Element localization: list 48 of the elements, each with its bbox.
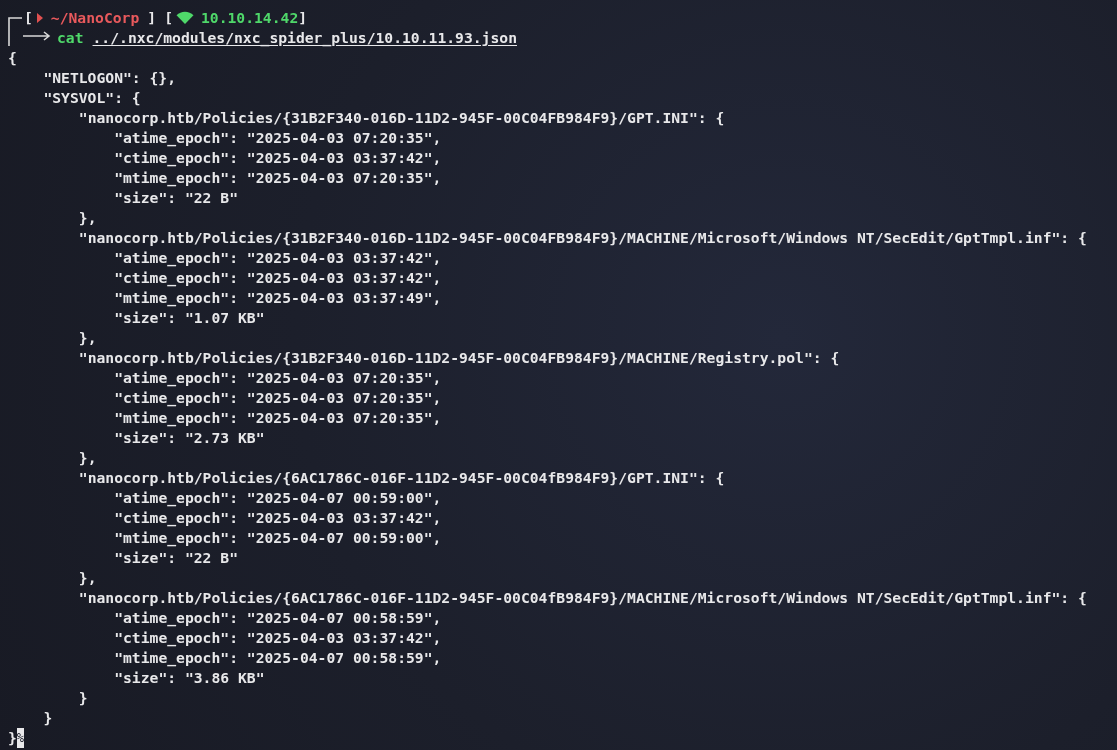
json-line: "mtime_epoch": "2025-04-07 00:58:59", (114, 648, 442, 668)
json-line: }, (78, 328, 97, 348)
json-line: "mtime_epoch": "2025-04-03 07:20:35", (114, 168, 442, 188)
json-line: "ctime_epoch": "2025-04-03 03:37:42", (114, 628, 442, 648)
json-line: "size": "3.86 KB" (114, 668, 265, 688)
file-path-argument: ../.nxc/modules/nxc_spider_plus/10.10.11.93.json (92, 28, 517, 48)
json-line: }, (78, 208, 97, 228)
bracket: ] (147, 8, 157, 28)
json-line: "NETLOGON": {}, (43, 68, 177, 88)
command-text: cat (57, 28, 84, 48)
json-line: "nanocorp.htb/Policies/{31B2F340-016D-11D2-945F-00C04FB984F9}/MACHINE/Microsoft/Windows NT/SecEdit/GptTmpl.inf": { (78, 228, 1087, 248)
json-line: "SYSVOL": { (43, 88, 141, 108)
json-line: { (8, 48, 17, 68)
json-line: }, (78, 448, 97, 468)
json-line: "atime_epoch": "2025-04-03 03:37:42", (114, 248, 442, 268)
json-line: "atime_epoch": "2025-04-03 07:20:35", (114, 128, 442, 148)
json-line: "ctime_epoch": "2025-04-03 03:37:42", (114, 508, 442, 528)
json-line: "nanocorp.htb/Policies/{6AC1786C-016F-11D2-945F-00C04fB984F9}/GPT.INI": { (78, 468, 725, 488)
json-line: "size": "2.73 KB" (114, 428, 265, 448)
bracket: [ (164, 8, 173, 28)
json-line: "size": "22 B" (114, 548, 238, 568)
json-line: "atime_epoch": "2025-04-03 07:20:35", (114, 368, 442, 388)
bracket: [ (24, 8, 33, 28)
json-line: "size": "1.07 KB" (114, 308, 265, 328)
prompt-corner-drawing (8, 16, 22, 46)
wifi-icon (175, 11, 194, 25)
json-line: }, (78, 568, 97, 588)
json-line: "ctime_epoch": "2025-04-03 07:20:35", (114, 388, 442, 408)
prompt-end-marker: % (16, 728, 25, 748)
triangle-icon (35, 12, 44, 24)
json-line: } (8, 728, 17, 748)
ip-address: 10.10.14.42 (200, 8, 299, 28)
json-line: "atime_epoch": "2025-04-07 00:59:00", (114, 488, 442, 508)
json-line: } (78, 688, 88, 708)
json-line: "mtime_epoch": "2025-04-03 03:37:49", (114, 288, 442, 308)
json-line: "atime_epoch": "2025-04-07 00:58:59", (114, 608, 442, 628)
json-line: "mtime_epoch": "2025-04-03 07:20:35", (114, 408, 442, 428)
json-line: "mtime_epoch": "2025-04-07 00:59:00", (114, 528, 442, 548)
json-line: } (43, 708, 53, 728)
json-line: "ctime_epoch": "2025-04-03 03:37:42", (114, 268, 442, 288)
json-line: "nanocorp.htb/Policies/{31B2F340-016D-11D2-945F-00C04FB984F9}/MACHINE/Registry.pol": { (78, 348, 840, 368)
json-line: "size": "22 B" (114, 188, 238, 208)
bracket: ] (298, 8, 308, 28)
path-text: ~/NanoCorp (50, 8, 140, 28)
prompt-arrow-icon (23, 31, 51, 41)
json-line: "nanocorp.htb/Policies/{31B2F340-016D-11D2-945F-00C04FB984F9}/GPT.INI": { (78, 108, 725, 128)
json-line: "nanocorp.htb/Policies/{6AC1786C-016F-11D2-945F-00C04fB984F9}/MACHINE/Microsoft/Windows NT/SecEdit/GptTmpl.inf": { (78, 588, 1087, 608)
json-line: "ctime_epoch": "2025-04-03 03:37:42", (114, 148, 442, 168)
